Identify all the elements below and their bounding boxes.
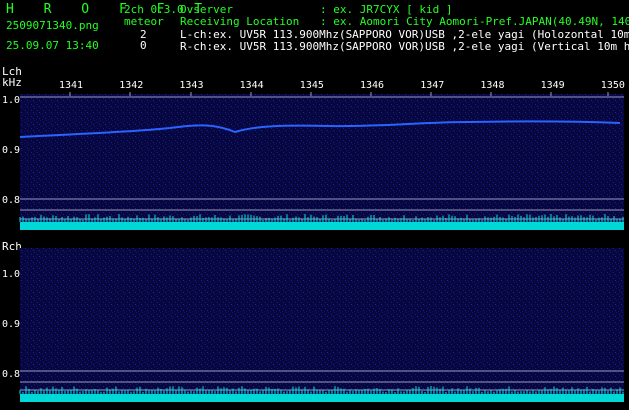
hroftt-window: H R O F F T 2ch 0.3.0 2509071340.png met…: [0, 0, 629, 410]
rch-waterfall: [20, 248, 624, 402]
lch-waterfall: [19, 94, 624, 230]
spectrogram-canvas: [19, 92, 624, 402]
